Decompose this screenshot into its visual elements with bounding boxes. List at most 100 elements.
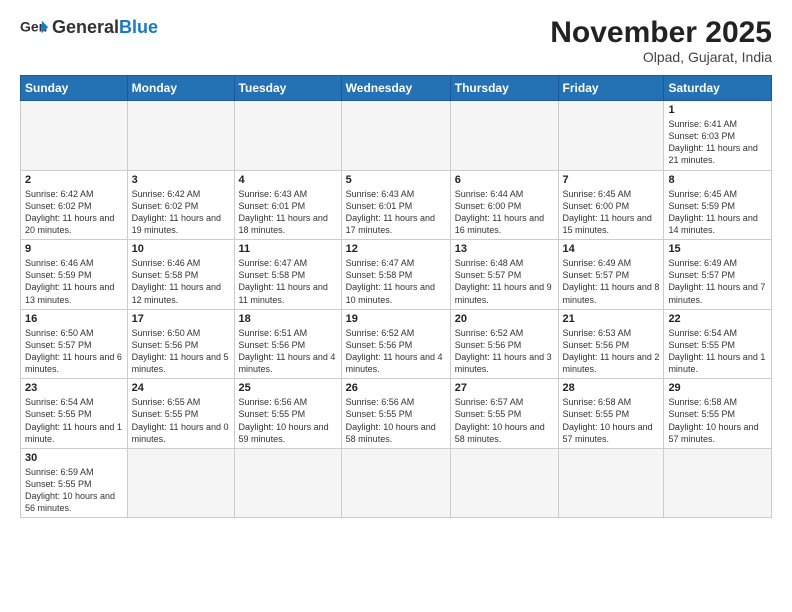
table-row: 19Sunrise: 6:52 AM Sunset: 5:56 PM Dayli… [341, 309, 450, 379]
logo: General GeneralBlue [20, 16, 158, 38]
day-number: 8 [668, 174, 767, 186]
day-info: Sunrise: 6:49 AM Sunset: 5:57 PM Dayligh… [668, 257, 767, 306]
table-row: 17Sunrise: 6:50 AM Sunset: 5:56 PM Dayli… [127, 309, 234, 379]
day-info: Sunrise: 6:49 AM Sunset: 5:57 PM Dayligh… [563, 257, 660, 306]
day-number: 30 [25, 452, 123, 464]
table-row [341, 448, 450, 518]
table-row [664, 448, 772, 518]
day-info: Sunrise: 6:47 AM Sunset: 5:58 PM Dayligh… [346, 257, 446, 306]
day-number: 20 [455, 313, 554, 325]
table-row: 30 Sunrise: 6:59 AM Sunset: 5:55 PM Dayli… [21, 448, 128, 518]
table-row: 8 Sunrise: 6:45 AM Sunset: 5:59 PM Daylig… [664, 170, 772, 240]
calendar-row-0: 1Sunrise: 6:41 AM Sunset: 6:03 PM Daylig… [21, 101, 772, 171]
table-row: 13Sunrise: 6:48 AM Sunset: 5:57 PM Dayli… [450, 240, 558, 310]
table-row: 11 Sunrise: 6:47 AM Sunset: 5:58 PM Dayli… [234, 240, 341, 310]
table-row [450, 448, 558, 518]
table-row [450, 101, 558, 171]
day-number: 21 [563, 313, 660, 325]
day-number: 27 [455, 382, 554, 394]
table-row: 14Sunrise: 6:49 AM Sunset: 5:57 PM Dayli… [558, 240, 664, 310]
day-number: 11 [239, 243, 337, 255]
day-number: 2 [25, 174, 123, 186]
header-friday: Friday [558, 76, 664, 101]
day-number: 12 [346, 243, 446, 255]
table-row: 26 Sunrise: 6:56 AM Sunset: 5:55 PM Dayli… [341, 379, 450, 449]
header-monday: Monday [127, 76, 234, 101]
day-info: Sunrise: 6:59 AM Sunset: 5:55 PM Dayligh… [25, 466, 123, 515]
day-info: Sunrise: 6:55 AM Sunset: 5:55 PM Dayligh… [132, 396, 230, 445]
table-row: 15 Sunrise: 6:49 AM Sunset: 5:57 PM Dayli… [664, 240, 772, 310]
table-row [234, 448, 341, 518]
table-row: 5Sunrise: 6:43 AM Sunset: 6:01 PM Daylig… [341, 170, 450, 240]
table-row: 29 Sunrise: 6:58 AM Sunset: 5:55 PM Dayli… [664, 379, 772, 449]
day-number: 28 [563, 382, 660, 394]
day-info: Sunrise: 6:56 AM Sunset: 5:55 PM Dayligh… [346, 396, 446, 445]
table-row: 23Sunrise: 6:54 AM Sunset: 5:55 PM Dayli… [21, 379, 128, 449]
day-number: 26 [346, 382, 446, 394]
header-sunday: Sunday [21, 76, 128, 101]
month-year: November 2025 [550, 16, 772, 49]
day-info: Sunrise: 6:54 AM Sunset: 5:55 PM Dayligh… [25, 396, 123, 445]
title-block: November 2025 Olpad, Gujarat, India [550, 16, 772, 65]
weekday-header-row: Sunday Monday Tuesday Wednesday Thursday… [21, 76, 772, 101]
table-row: 7Sunrise: 6:45 AM Sunset: 6:00 PM Daylig… [558, 170, 664, 240]
table-row [558, 101, 664, 171]
table-row: 28Sunrise: 6:58 AM Sunset: 5:55 PM Dayli… [558, 379, 664, 449]
table-row: 3Sunrise: 6:42 AM Sunset: 6:02 PM Daylig… [127, 170, 234, 240]
logo-icon: General [20, 16, 48, 38]
table-row [127, 448, 234, 518]
day-number: 25 [239, 382, 337, 394]
day-info: Sunrise: 6:46 AM Sunset: 5:59 PM Dayligh… [25, 257, 123, 306]
day-info: Sunrise: 6:50 AM Sunset: 5:57 PM Dayligh… [25, 327, 123, 376]
table-row: 12 Sunrise: 6:47 AM Sunset: 5:58 PM Dayli… [341, 240, 450, 310]
calendar-row-4: 23Sunrise: 6:54 AM Sunset: 5:55 PM Dayli… [21, 379, 772, 449]
table-row: 18 Sunrise: 6:51 AM Sunset: 5:56 PM Dayli… [234, 309, 341, 379]
day-number: 18 [239, 313, 337, 325]
day-number: 19 [346, 313, 446, 325]
day-info: Sunrise: 6:54 AM Sunset: 5:55 PM Dayligh… [668, 327, 767, 376]
day-info: Sunrise: 6:46 AM Sunset: 5:58 PM Dayligh… [132, 257, 230, 306]
header: General GeneralBlue November 2025 Olpad,… [20, 16, 772, 65]
day-number: 4 [239, 174, 337, 186]
table-row: 27 Sunrise: 6:57 AM Sunset: 5:55 PM Dayli… [450, 379, 558, 449]
table-row: 21 Sunrise: 6:53 AM Sunset: 5:56 PM Dayli… [558, 309, 664, 379]
table-row [558, 448, 664, 518]
day-info: Sunrise: 6:51 AM Sunset: 5:56 PM Dayligh… [239, 327, 337, 376]
day-info: Sunrise: 6:42 AM Sunset: 6:02 PM Dayligh… [25, 188, 123, 237]
table-row: 2 Sunrise: 6:42 AM Sunset: 6:02 PM Daylig… [21, 170, 128, 240]
table-row: 16Sunrise: 6:50 AM Sunset: 5:57 PM Dayli… [21, 309, 128, 379]
table-row [21, 101, 128, 171]
calendar-row-3: 16Sunrise: 6:50 AM Sunset: 5:57 PM Dayli… [21, 309, 772, 379]
header-saturday: Saturday [664, 76, 772, 101]
day-number: 24 [132, 382, 230, 394]
day-number: 29 [668, 382, 767, 394]
table-row: 25 Sunrise: 6:56 AM Sunset: 5:55 PM Dayli… [234, 379, 341, 449]
day-info: Sunrise: 6:45 AM Sunset: 5:59 PM Dayligh… [668, 188, 767, 237]
table-row: 10 Sunrise: 6:46 AM Sunset: 5:58 PM Dayli… [127, 240, 234, 310]
day-number: 6 [455, 174, 554, 186]
day-info: Sunrise: 6:58 AM Sunset: 5:55 PM Dayligh… [668, 396, 767, 445]
logo-blue: Blue [119, 17, 158, 37]
calendar-row-2: 9 Sunrise: 6:46 AM Sunset: 5:59 PM Daylig… [21, 240, 772, 310]
day-number: 10 [132, 243, 230, 255]
calendar-row-1: 2 Sunrise: 6:42 AM Sunset: 6:02 PM Daylig… [21, 170, 772, 240]
table-row: 20Sunrise: 6:52 AM Sunset: 5:56 PM Dayli… [450, 309, 558, 379]
table-row: 9 Sunrise: 6:46 AM Sunset: 5:59 PM Daylig… [21, 240, 128, 310]
day-info: Sunrise: 6:50 AM Sunset: 5:56 PM Dayligh… [132, 327, 230, 376]
day-number: 7 [563, 174, 660, 186]
day-info: Sunrise: 6:48 AM Sunset: 5:57 PM Dayligh… [455, 257, 554, 306]
day-info: Sunrise: 6:57 AM Sunset: 5:55 PM Dayligh… [455, 396, 554, 445]
day-number: 5 [346, 174, 446, 186]
logo-text: GeneralBlue [52, 18, 158, 36]
calendar-row-5: 30 Sunrise: 6:59 AM Sunset: 5:55 PM Dayli… [21, 448, 772, 518]
day-info: Sunrise: 6:56 AM Sunset: 5:55 PM Dayligh… [239, 396, 337, 445]
page: General GeneralBlue November 2025 Olpad,… [0, 0, 792, 612]
day-info: Sunrise: 6:47 AM Sunset: 5:58 PM Dayligh… [239, 257, 337, 306]
table-row: 1Sunrise: 6:41 AM Sunset: 6:03 PM Daylig… [664, 101, 772, 171]
day-number: 9 [25, 243, 123, 255]
table-row: 24 Sunrise: 6:55 AM Sunset: 5:55 PM Dayli… [127, 379, 234, 449]
table-row: 22 Sunrise: 6:54 AM Sunset: 5:55 PM Dayli… [664, 309, 772, 379]
day-number: 15 [668, 243, 767, 255]
day-number: 22 [668, 313, 767, 325]
day-info: Sunrise: 6:53 AM Sunset: 5:56 PM Dayligh… [563, 327, 660, 376]
